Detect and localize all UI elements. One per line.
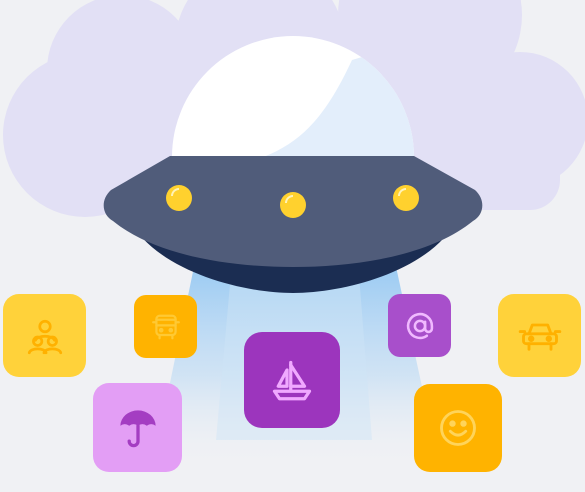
smiley-tile [414,384,502,472]
people-tile [3,294,86,377]
car-icon [518,323,561,351]
umbrella-tile [93,383,182,472]
bus-tile [134,295,197,358]
smiley-icon [440,410,476,446]
sailboat-tile [244,332,340,428]
car-tile [498,294,581,377]
ufo-saucer [103,156,483,293]
umbrella-icon [119,409,156,447]
people-icon [27,319,62,354]
sailboat-icon [272,360,312,401]
bus-icon [151,314,180,339]
at-sign-icon [406,312,433,339]
at-sign-tile [388,294,451,357]
ufo-illustration [0,0,585,492]
